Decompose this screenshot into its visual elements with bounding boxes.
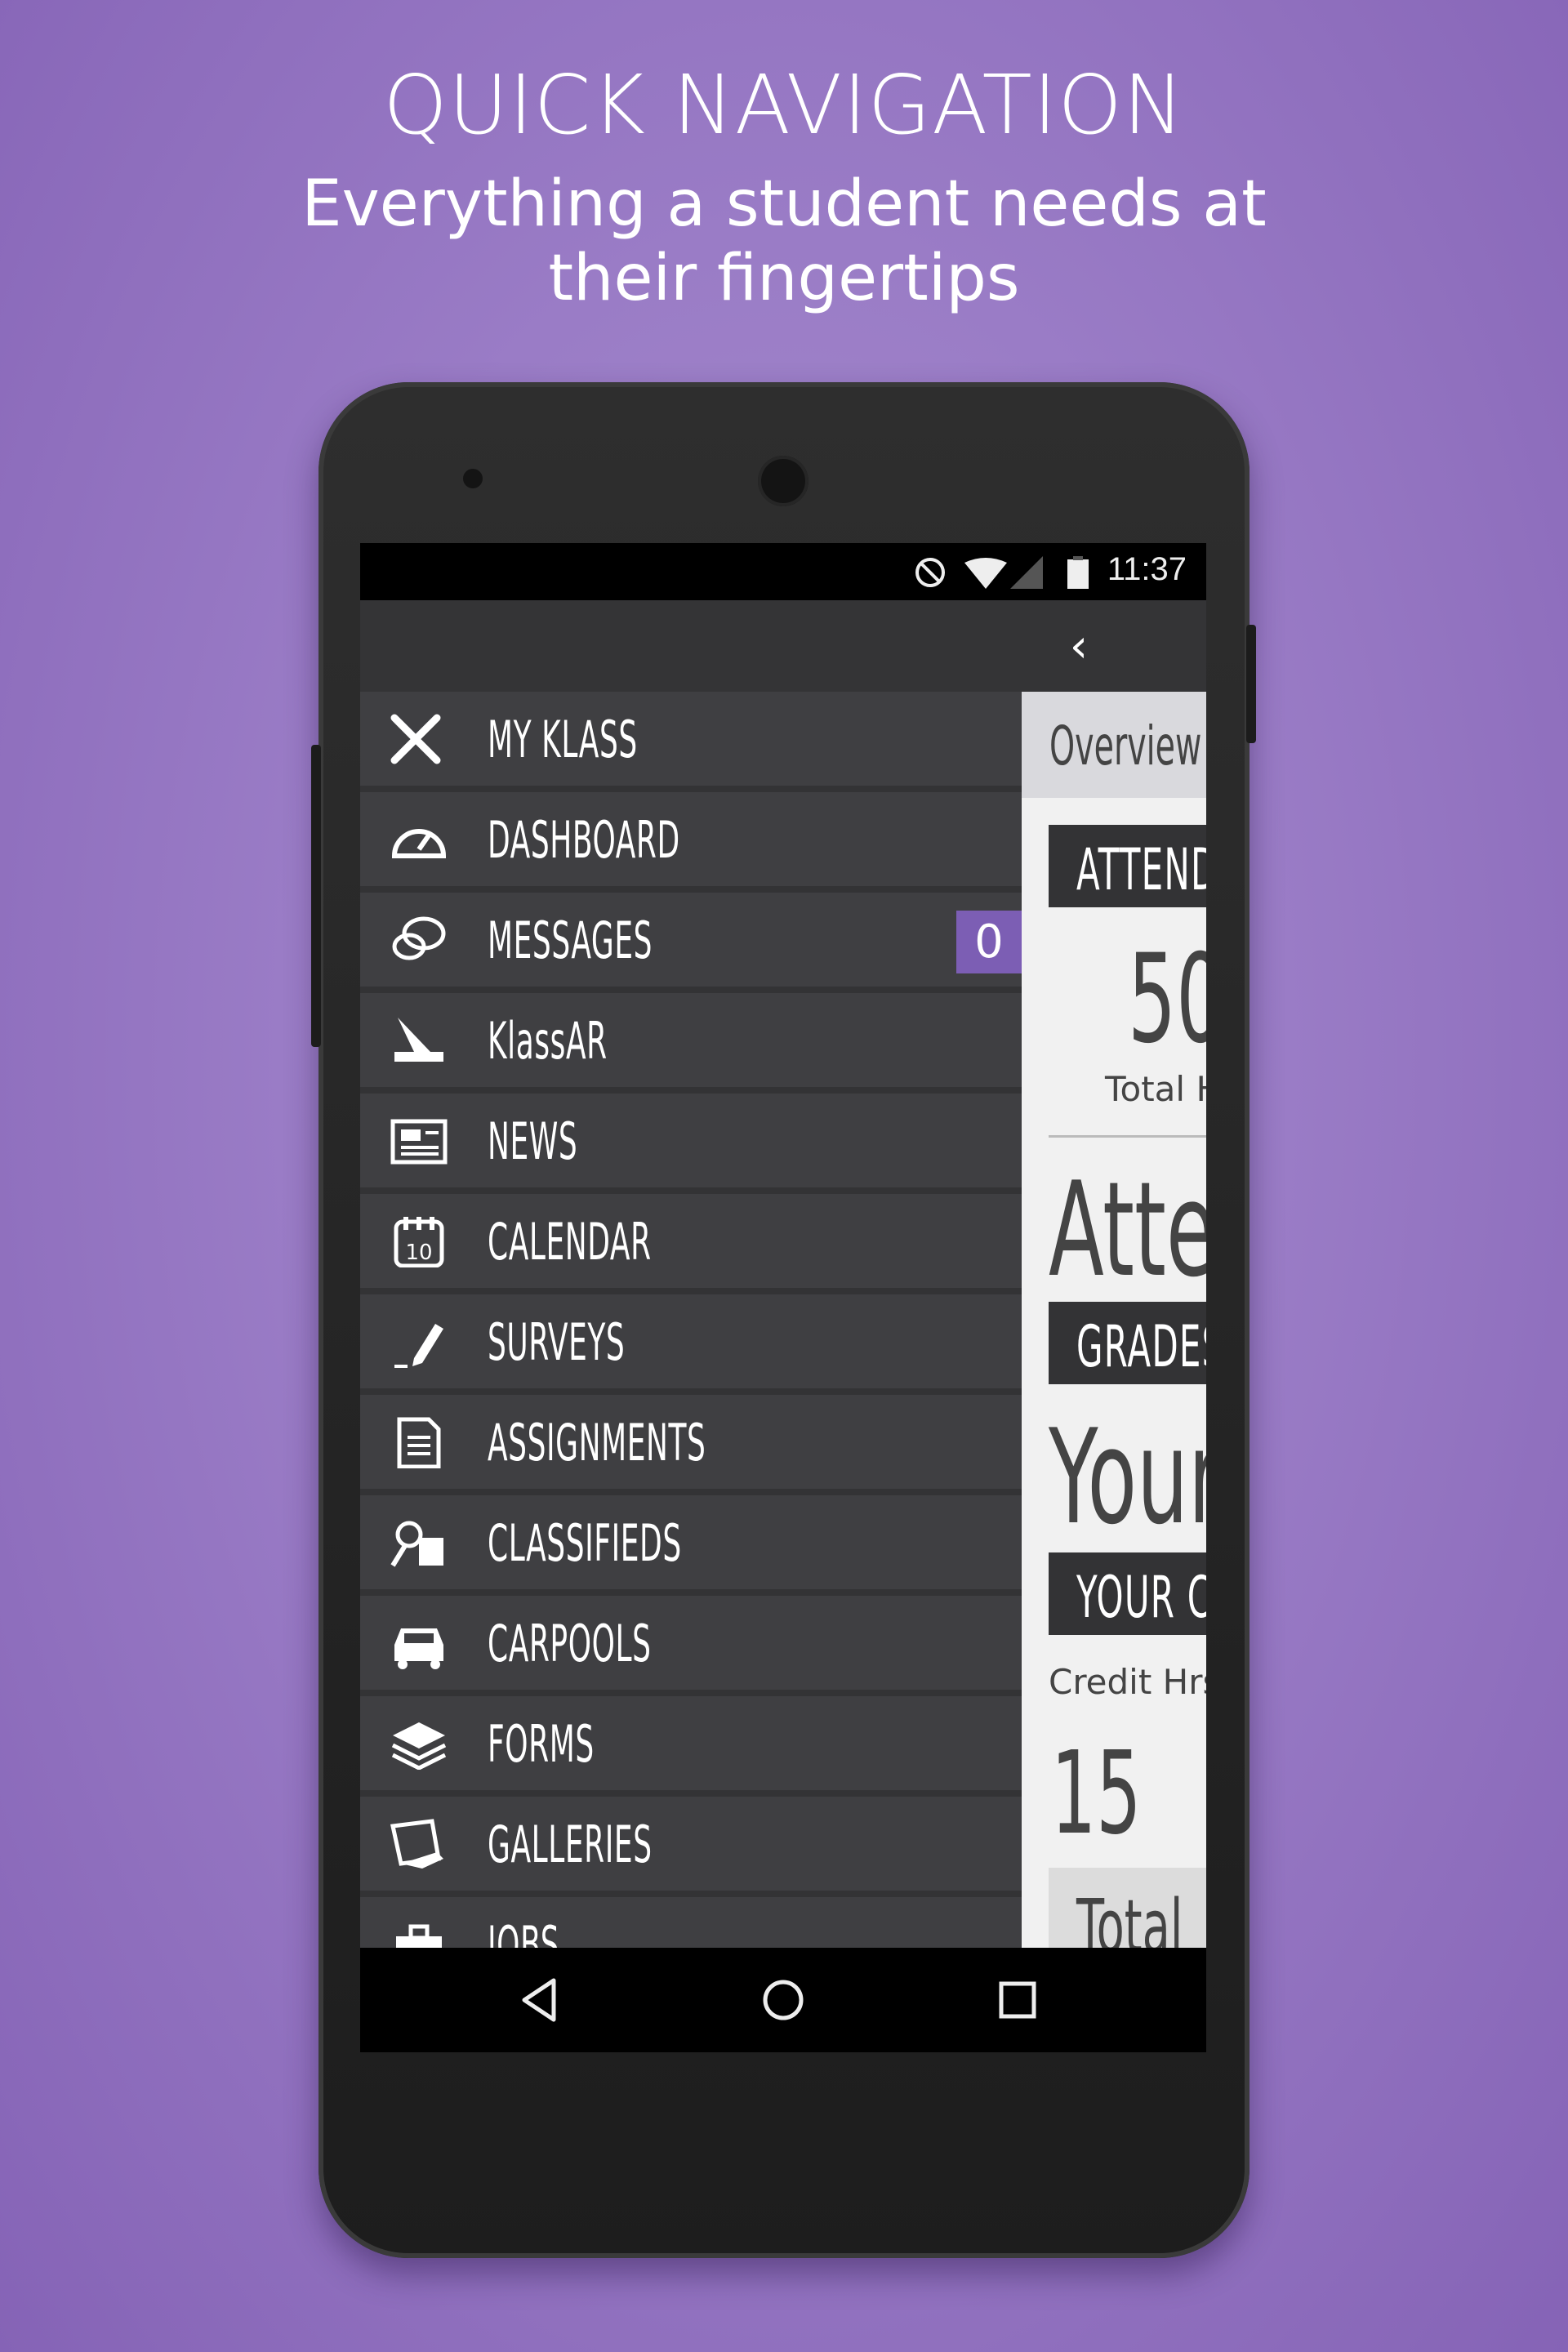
document-icon bbox=[397, 1417, 441, 1468]
back-icon[interactable] bbox=[511, 1971, 570, 2029]
earpiece-speaker bbox=[758, 456, 808, 506]
sidebar-item-label: GALLERIES bbox=[488, 1815, 653, 1874]
courses-header-label: YOUR CO bbox=[1076, 1564, 1206, 1631]
sidebar-item-jobs[interactable]: JOBS bbox=[360, 1897, 1022, 1948]
pencil-icon bbox=[394, 1324, 443, 1368]
status-bar: 11:37 bbox=[360, 543, 1206, 600]
sidebar-item-forms[interactable]: FORMS bbox=[360, 1696, 1022, 1797]
sidebar-item-label: CALENDAR bbox=[488, 1212, 652, 1272]
sidebar-item-surveys[interactable]: SURVEYS bbox=[360, 1294, 1022, 1395]
speedometer-icon bbox=[391, 829, 447, 858]
divider bbox=[1049, 1135, 1206, 1138]
sidebar-item-carpools[interactable]: CARPOOLS bbox=[360, 1596, 1022, 1696]
photos-icon bbox=[390, 1819, 443, 1869]
sidebar-item-label: JOBS bbox=[488, 1915, 560, 1948]
sidebar-item-messages[interactable]: MESSAGES 0 bbox=[360, 893, 1022, 993]
tab-overview[interactable]: Overview bbox=[1022, 692, 1206, 798]
classifieds-icon bbox=[390, 1521, 443, 1567]
sidebar-item-label: KlassAR bbox=[488, 1011, 608, 1071]
svg-text:10: 10 bbox=[405, 1241, 432, 1265]
sidebar-item-my-klass[interactable]: MY KLASS bbox=[360, 692, 1022, 792]
screen: 11:37 ‹ MY KLASS DASHBOARD MESSAGES 0 KlassA… bbox=[360, 543, 1206, 2052]
overview-panel: Overview ATTENDANCE 50 Total H Atte GRAD… bbox=[1022, 692, 1206, 1948]
sidebar-item-label: DASHBOARD bbox=[488, 810, 680, 870]
briefcase-icon bbox=[396, 1924, 442, 1948]
sidebar-item-label: NEWS bbox=[488, 1111, 578, 1171]
sidebar-item-news[interactable]: NEWS bbox=[360, 1094, 1022, 1194]
front-camera bbox=[463, 469, 483, 488]
calendar-icon: 10 bbox=[394, 1217, 444, 1267]
credit-label: Credit Hrs bbox=[1049, 1662, 1206, 1702]
subheadline-line-1: Everything a student needs at bbox=[301, 167, 1267, 241]
sidebar-item-label: CLASSIFIEDS bbox=[488, 1513, 682, 1573]
sidebar-item-label: ASSIGNMENTS bbox=[488, 1413, 706, 1472]
recents-icon[interactable] bbox=[988, 1971, 1047, 2029]
attendance-header-label: ATTENDANCE bbox=[1076, 836, 1206, 903]
sidebar-item-klassar[interactable]: KlassAR bbox=[360, 993, 1022, 1094]
grades-header: GRADES bbox=[1049, 1302, 1206, 1384]
total-box: Total bbox=[1049, 1868, 1206, 1948]
credit-value: 15 bbox=[1051, 1727, 1142, 1860]
navigation-drawer: MY KLASS DASHBOARD MESSAGES 0 KlassAR NEWS 10 C… bbox=[360, 692, 1022, 1948]
attendance-header: ATTENDANCE bbox=[1049, 825, 1206, 907]
sidebar-item-galleries[interactable]: GALLERIES bbox=[360, 1797, 1022, 1897]
unread-badge: 0 bbox=[956, 911, 1022, 973]
sidebar-item-label: FORMS bbox=[488, 1714, 595, 1774]
sidebar-item-calendar[interactable]: 10 CALENDAR bbox=[360, 1194, 1022, 1294]
chat-bubbles-icon bbox=[392, 916, 446, 960]
battery-icon bbox=[1067, 556, 1089, 589]
attendance-value: 50 bbox=[1128, 929, 1206, 1071]
clock: 11:37 bbox=[1107, 551, 1187, 587]
sidebar-item-dashboard[interactable]: DASHBOARD bbox=[360, 792, 1022, 893]
layers-icon bbox=[391, 1722, 447, 1770]
courses-header: YOUR CO bbox=[1049, 1552, 1206, 1635]
grades-text: Your bbox=[1049, 1401, 1206, 1553]
attendance-text: Atte bbox=[1049, 1153, 1206, 1306]
sidebar-item-label: SURVEYS bbox=[488, 1312, 626, 1372]
home-icon[interactable] bbox=[754, 1971, 813, 2029]
car-icon bbox=[394, 1628, 443, 1669]
sidebar-item-classifieds[interactable]: CLASSIFIEDS bbox=[360, 1495, 1022, 1596]
subheadline-line-2: their fingertips bbox=[548, 242, 1020, 315]
system-nav-bar bbox=[360, 1948, 1206, 2052]
headline: QUICK NAVIGATION bbox=[383, 57, 1185, 153]
scanner-icon bbox=[394, 1018, 443, 1062]
sidebar-item-label: MESSAGES bbox=[488, 911, 653, 970]
sidebar-item-assignments[interactable]: ASSIGNMENTS bbox=[360, 1395, 1022, 1495]
sidebar-item-label: CARPOOLS bbox=[488, 1614, 652, 1673]
tab-overview-label: Overview bbox=[1049, 715, 1202, 777]
sidebar-item-label: MY KLASS bbox=[488, 710, 638, 769]
attendance-caption: Total H bbox=[1105, 1069, 1206, 1109]
wifi-icon bbox=[964, 558, 1007, 589]
toolbar: ‹ bbox=[360, 600, 1206, 692]
tools-icon bbox=[390, 714, 441, 764]
newspaper-icon bbox=[390, 1119, 448, 1165]
chevron-left-icon[interactable]: ‹ bbox=[1054, 618, 1103, 675]
total-label: Total bbox=[1076, 1884, 1183, 1948]
signal-icon bbox=[1010, 556, 1043, 589]
volume-button bbox=[311, 745, 321, 1047]
power-button bbox=[1246, 625, 1256, 743]
do-not-disturb-icon bbox=[915, 558, 945, 587]
grades-header-label: GRADES bbox=[1076, 1313, 1206, 1380]
